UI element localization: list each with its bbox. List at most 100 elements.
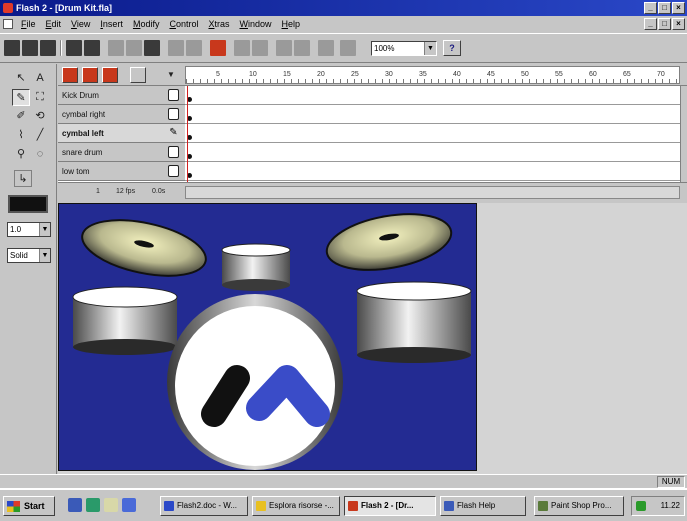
cut-icon[interactable] [108,40,124,56]
frame-row[interactable] [185,105,680,124]
snap-icon[interactable] [234,40,250,56]
paste-icon[interactable] [144,40,160,56]
word-icon [164,501,174,511]
color-swatch[interactable] [8,195,48,213]
chevron-down-icon[interactable]: ▼ [39,223,50,236]
frame-ruler[interactable]: 5 10 15 20 25 30 35 40 45 50 55 60 65 70 [185,66,680,84]
lasso-tool-icon[interactable]: ⟲ [31,108,49,125]
layer-icon[interactable] [168,165,179,177]
frame-row[interactable] [185,143,680,162]
scale-icon[interactable] [318,40,334,56]
child-restore-button[interactable]: □ [658,18,671,30]
ruler-label: 45 [487,71,495,78]
task-label: Flash 2 - [Dr... [361,501,414,510]
task-flash-help[interactable]: Flash Help [440,496,526,516]
task-paint-shop[interactable]: Paint Shop Pro... [534,496,624,516]
timeline-horizontal-scrollbar[interactable] [185,186,680,199]
straighten-icon[interactable] [276,40,292,56]
timeline-menu-icon[interactable]: ▼ [162,66,180,83]
menu-xtras[interactable]: Xtras [203,19,234,29]
print-icon[interactable] [66,40,82,56]
document-icon[interactable] [3,19,13,29]
open-file-icon[interactable] [22,40,38,56]
main-toolbar: 100% ▼ ? [0,33,687,63]
playhead[interactable] [187,86,188,182]
library-icon[interactable] [210,40,226,56]
menu-view[interactable]: View [66,19,95,29]
line-width-select[interactable]: 1.0 ▼ [7,222,51,237]
text-tool-icon[interactable]: A [31,70,49,87]
paint-bucket-tool-icon[interactable]: ⛶ [31,89,49,106]
maximize-button[interactable]: □ [658,2,671,14]
layer-row[interactable]: low tom [58,162,185,181]
line-tool-icon[interactable]: ╱ [31,127,49,144]
chevron-down-icon[interactable]: ▼ [39,249,50,262]
timeline-panel: ▼ 5 10 15 20 25 30 35 40 45 50 55 60 65 … [58,64,687,202]
zoom-tool-icon[interactable]: ⚲ [12,146,30,163]
layer-icon[interactable] [168,146,179,158]
show-layers-icon[interactable] [102,67,118,83]
chevron-down-icon[interactable]: ▼ [424,42,436,55]
onion-skin-icon[interactable] [130,67,146,83]
redo-icon[interactable] [186,40,202,56]
task-explorer[interactable]: Esplora risorse -... [252,496,340,516]
task-flash[interactable]: Flash 2 - [Dr... [344,496,436,516]
brush-tool-icon[interactable]: ⌇ [12,127,30,144]
line-style-select[interactable]: Solid ▼ [7,248,51,263]
undo-icon[interactable] [168,40,184,56]
menu-file[interactable]: File [16,19,41,29]
outlook-icon[interactable] [86,498,100,512]
child-minimize-button[interactable]: _ [644,18,657,30]
context-help-button[interactable]: ? [443,40,461,56]
ruler-label: 70 [657,71,665,78]
pencil-icon[interactable]: ✎ [168,127,179,139]
menu-edit[interactable]: Edit [41,19,67,29]
menu-insert[interactable]: Insert [95,19,128,29]
layer-row-selected[interactable]: cymbal left ✎ [58,124,185,143]
frame-grid[interactable] [185,86,680,181]
menu-help[interactable]: Help [277,19,306,29]
ie-icon[interactable] [68,498,82,512]
menu-modify[interactable]: Modify [128,19,165,29]
align-icon[interactable] [340,40,356,56]
eraser-tool-icon[interactable]: ◌ [31,146,49,163]
hand-tool-icon[interactable]: ↳ [14,170,32,187]
window-title: Flash 2 - [Drum Kit.fla] [16,3,113,13]
pencil-tool-icon[interactable]: ✎ [12,89,30,106]
zoom-select[interactable]: 100% ▼ [371,41,437,56]
add-layer-icon[interactable] [62,67,78,83]
ruler-label: 20 [317,71,325,78]
delete-layer-icon[interactable] [82,67,98,83]
arrow-tool-icon[interactable]: ↖ [12,70,30,87]
stage[interactable] [58,203,477,471]
new-file-icon[interactable] [4,40,20,56]
layer-icon[interactable] [168,108,179,120]
volume-icon[interactable] [636,501,646,511]
layer-row[interactable]: Kick Drum [58,86,185,105]
dropper-tool-icon[interactable]: ✐ [12,108,30,125]
menu-window[interactable]: Window [235,19,277,29]
rotate-icon[interactable] [294,40,310,56]
timeline-status-bar: 1 12 fps 0.0s [58,182,687,202]
menu-control[interactable]: Control [164,19,203,29]
smooth-icon[interactable] [252,40,268,56]
layer-row[interactable]: cymbal right [58,105,185,124]
close-button[interactable]: × [672,2,685,14]
title-bar: Flash 2 - [Drum Kit.fla] _ □ × [0,0,687,16]
layer-icon[interactable] [168,89,179,101]
copy-icon[interactable] [126,40,142,56]
save-icon[interactable] [40,40,56,56]
frame-row[interactable] [185,162,680,181]
child-close-button[interactable]: × [672,18,685,30]
timeline-vertical-scrollbar[interactable] [680,86,687,182]
frame-row[interactable] [185,86,680,105]
minimize-button[interactable]: _ [644,2,657,14]
frame-row[interactable] [185,124,680,143]
print-preview-icon[interactable] [84,40,100,56]
layer-row[interactable]: snare drum [58,143,185,162]
desktop-icon[interactable] [104,498,118,512]
channels-icon[interactable] [122,498,136,512]
cymbal-right [325,213,453,271]
start-button[interactable]: Start [3,496,55,516]
task-flash-doc[interactable]: Flash2.doc - W... [160,496,248,516]
